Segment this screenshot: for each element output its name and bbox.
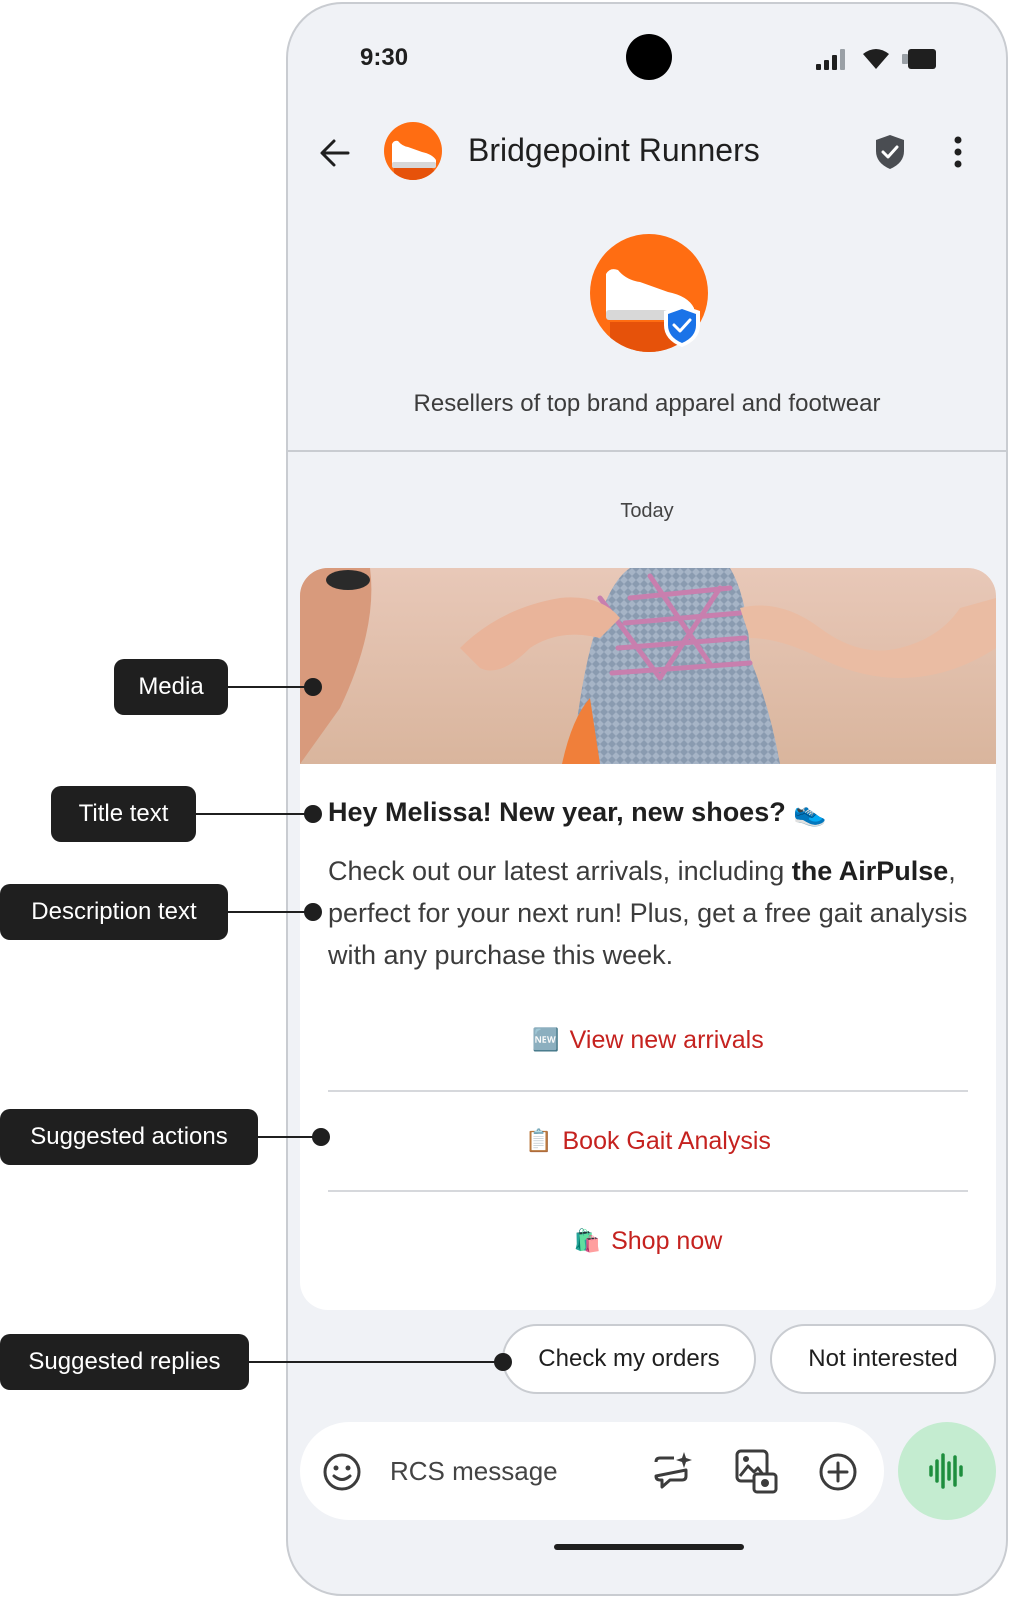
brand-avatar[interactable] (384, 122, 442, 180)
more-vert-icon[interactable] (950, 134, 966, 170)
leader-title-text (196, 813, 312, 815)
voice-message-button[interactable] (898, 1422, 996, 1520)
dot-suggested-replies (494, 1353, 512, 1371)
action-label: Shop now (611, 1226, 723, 1255)
back-arrow-icon[interactable] (318, 136, 352, 170)
status-bar: 9:30 (288, 4, 1006, 114)
reply-not-interested[interactable]: Not interested (770, 1324, 996, 1394)
phone-frame: 9:30 Bridgepoint Runners Resellers of to… (286, 2, 1008, 1596)
card-media-image[interactable] (300, 568, 996, 764)
home-indicator (554, 1544, 744, 1550)
status-time: 9:30 (360, 44, 409, 71)
signal-icon (816, 49, 845, 70)
leader-description-text (228, 911, 312, 913)
action-label: View new arrivals (569, 1025, 764, 1054)
dot-media (304, 678, 322, 696)
leader-media (228, 686, 312, 688)
callout-title-text: Title text (51, 786, 196, 842)
reply-check-my-orders[interactable]: Check my orders (502, 1324, 756, 1394)
callout-description-text: Description text (0, 884, 228, 940)
card-description: Check out our latest arrivals, including… (328, 850, 968, 976)
verified-badge-icon (664, 305, 700, 347)
business-profile: Resellers of top brand apparel and footw… (288, 234, 1006, 450)
shield-check-icon[interactable] (874, 134, 906, 170)
status-icons (816, 48, 938, 70)
battery-icon (902, 49, 936, 69)
voice-wave-icon (929, 1453, 963, 1489)
shopping-bags-icon: 🛍️ (573, 1228, 602, 1254)
wifi-icon (863, 49, 889, 69)
message-composer (300, 1422, 884, 1520)
emoji-icon[interactable] (322, 1452, 362, 1492)
date-label: Today (620, 500, 674, 522)
camera-cutout (626, 34, 672, 80)
dot-description-text (304, 903, 322, 921)
header-divider (288, 450, 1006, 452)
business-description: Resellers of top brand apparel and footw… (413, 390, 881, 417)
callout-suggested-replies: Suggested replies (0, 1334, 249, 1390)
gallery-icon[interactable] (734, 1448, 778, 1494)
shoe-avatar-icon (392, 140, 442, 180)
rich-card: Hey Melissa! New year, new shoes? 👟 Chec… (300, 568, 996, 1310)
add-circle-icon[interactable] (818, 1452, 858, 1492)
callout-suggested-actions: Suggested actions (0, 1109, 258, 1165)
action-shop-now[interactable]: 🛍️ Shop now (328, 1190, 968, 1290)
app-bar: Bridgepoint Runners (288, 116, 1006, 188)
callout-media: Media (114, 659, 228, 715)
leader-suggested-replies (249, 1361, 503, 1363)
magic-compose-icon[interactable] (652, 1450, 694, 1492)
clipboard-icon: 📋 (525, 1128, 553, 1154)
action-book-gait-analysis[interactable]: 📋 Book Gait Analysis (328, 1090, 968, 1190)
dot-suggested-actions (312, 1128, 330, 1146)
app-title: Bridgepoint Runners (468, 132, 760, 168)
new-badge-icon: 🆕 (532, 1027, 560, 1053)
card-title: Hey Melissa! New year, new shoes? 👟 (328, 797, 827, 827)
leader-suggested-actions (258, 1136, 320, 1138)
action-label: Book Gait Analysis (562, 1126, 771, 1155)
card-description-prefix: Check out our latest arrivals, including (328, 856, 792, 886)
action-view-new-arrivals[interactable]: 🆕 View new arrivals (328, 990, 968, 1090)
message-input[interactable] (390, 1448, 630, 1494)
dot-title-text (304, 805, 322, 823)
card-description-bold: the AirPulse (791, 856, 949, 886)
